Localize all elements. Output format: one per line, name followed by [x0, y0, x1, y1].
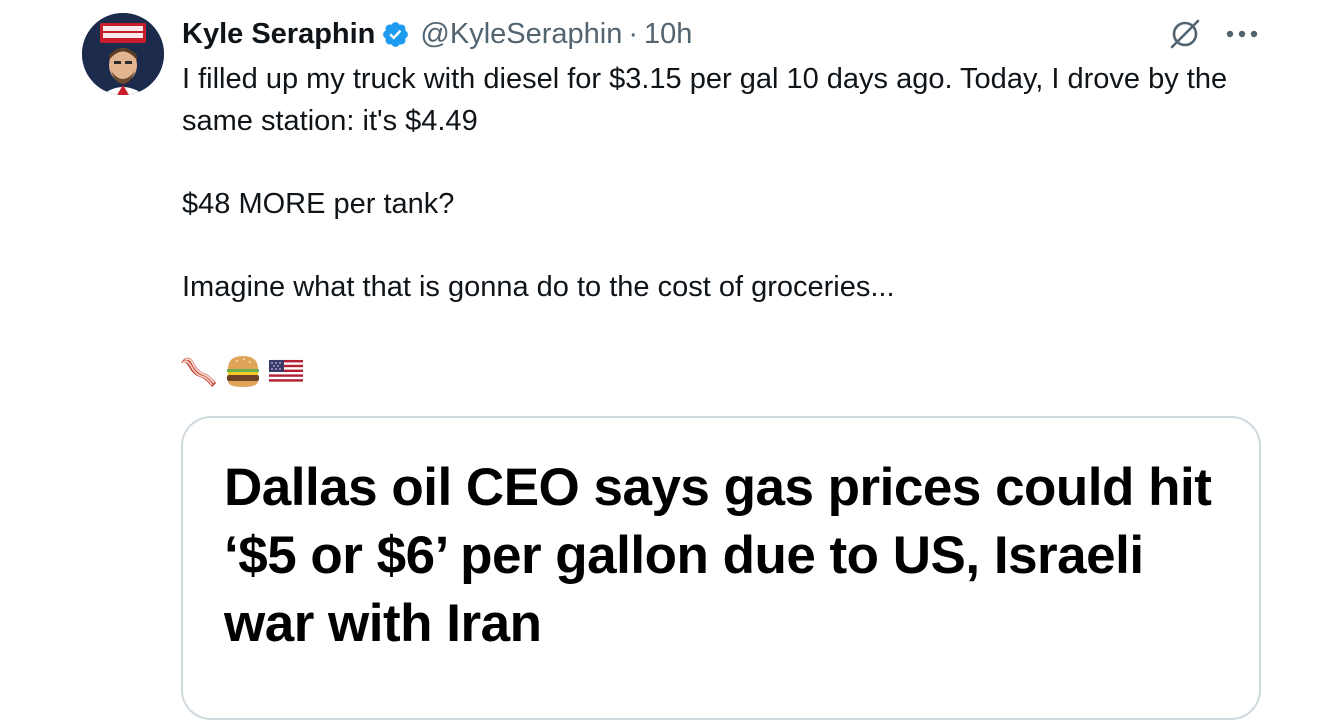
emoji-row	[180, 351, 306, 391]
tweet-text: I filled up my truck with diesel for $3.…	[182, 58, 1262, 308]
hamburger-emoji-icon	[223, 351, 263, 391]
verified-badge-icon[interactable]	[381, 20, 410, 49]
tweet-text-paragraph: Imagine what that is gonna do to the cos…	[182, 271, 895, 303]
grok-icon[interactable]	[1166, 15, 1204, 53]
tweet-timestamp[interactable]: 10h	[644, 18, 692, 51]
author-handle[interactable]: @KyleSeraphin	[420, 18, 622, 51]
tweet-text-paragraph: $48 MORE per tank?	[182, 188, 455, 220]
more-icon[interactable]	[1222, 19, 1262, 49]
media-headline: Dallas oil CEO says gas prices could hit…	[224, 458, 1212, 653]
tweet[interactable]: Kyle Seraphin @KyleSeraphin · 10h I fill…	[0, 0, 1337, 720]
avatar-image	[82, 13, 164, 95]
tweet-header: Kyle Seraphin @KyleSeraphin · 10h	[182, 14, 692, 54]
bacon-emoji-icon	[180, 351, 220, 391]
media-card[interactable]: Dallas oil CEO says gas prices could hit…	[181, 416, 1261, 720]
author-avatar[interactable]	[82, 13, 164, 95]
author-display-name[interactable]: Kyle Seraphin	[182, 18, 375, 51]
tweet-text-paragraph: I filled up my truck with diesel for $3.…	[182, 63, 1228, 137]
us-flag-emoji-icon	[266, 351, 306, 391]
header-separator: ·	[628, 17, 639, 50]
